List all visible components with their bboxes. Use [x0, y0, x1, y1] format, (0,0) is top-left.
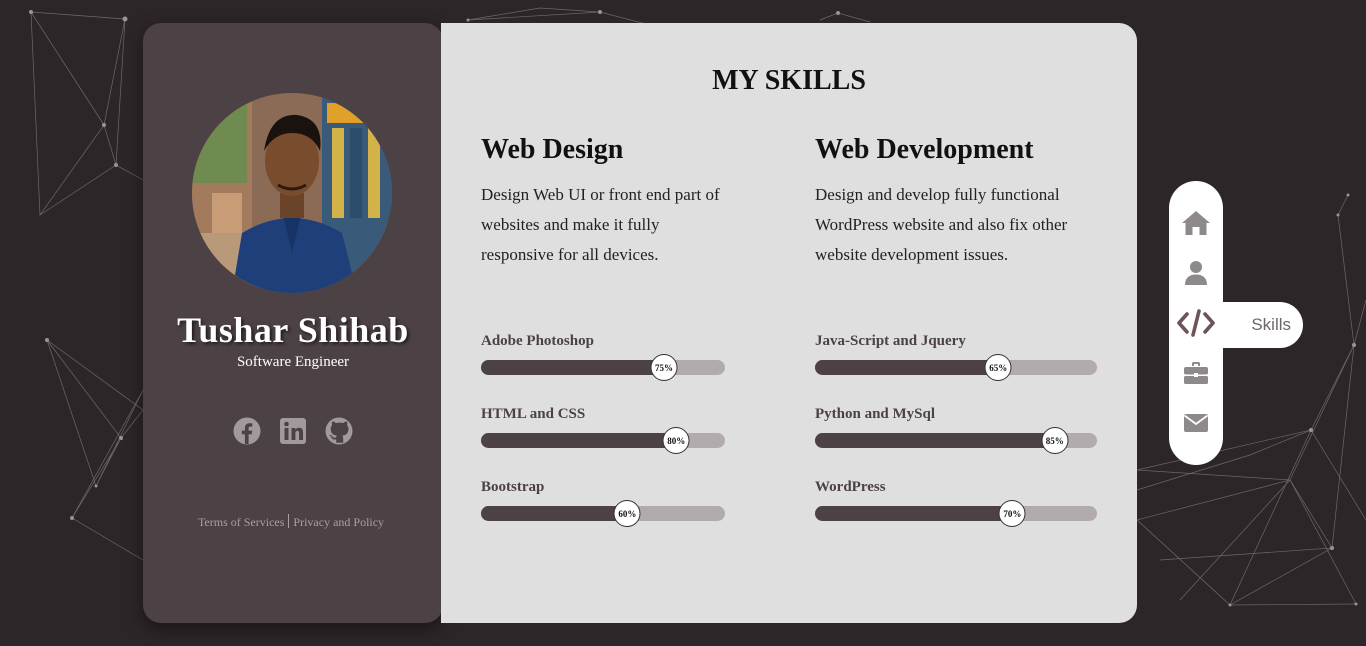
skill-bar-label: HTML and CSS	[481, 406, 586, 422]
home-icon	[1182, 211, 1210, 235]
skill-bar-track: 70%	[815, 500, 1097, 527]
skill-bar-track: 75%	[481, 354, 725, 381]
side-nav	[1169, 181, 1223, 465]
profile-title: Software Engineer	[236, 354, 350, 370]
linkedin-icon[interactable]	[279, 417, 307, 445]
skill-bar-javascript: Java-Script and Jquery 65%	[815, 333, 1097, 381]
skill-bar-percent: 75%	[650, 354, 678, 381]
briefcase-icon	[1184, 362, 1208, 384]
avatar	[192, 93, 392, 293]
skill-bar-percent: 70%	[998, 500, 1026, 527]
footer-links: Terms of Services Privacy and Policy	[143, 514, 439, 530]
nav-tooltip-skills: Skills	[1222, 302, 1303, 348]
skill-bar-percent: 65%	[984, 354, 1012, 381]
nav-item-about[interactable]	[1169, 253, 1223, 293]
skill-bar-percent: 85%	[1041, 427, 1069, 454]
skill-bar-bootstrap: Bootstrap 60%	[481, 479, 725, 527]
skill-category-heading: Web Design	[481, 134, 624, 165]
github-icon[interactable]	[325, 417, 353, 445]
skill-bar-fill	[481, 360, 664, 375]
footer-divider	[288, 514, 290, 528]
skill-bar-fill	[815, 360, 999, 375]
skill-category-description: Design and develop fully functional Word…	[815, 184, 1068, 264]
user-icon	[1185, 261, 1207, 285]
skill-bar-label: Adobe Photoshop	[481, 333, 594, 349]
nav-item-contact[interactable]	[1169, 403, 1223, 443]
nav-item-skills[interactable]	[1169, 303, 1223, 343]
skill-category-web-development: Web Development Design and develop fully…	[815, 134, 1097, 270]
skill-bar-percent: 80%	[662, 427, 690, 454]
skill-category-heading: Web Development	[815, 134, 1034, 165]
nav-item-portfolio[interactable]	[1169, 353, 1223, 393]
skill-bar-fill	[481, 433, 677, 448]
skill-bar-percent: 60%	[613, 500, 641, 527]
skill-bar-label: WordPress	[815, 479, 886, 495]
skill-bar-photoshop: Adobe Photoshop 75%	[481, 333, 725, 381]
privacy-link[interactable]: Privacy and Policy	[293, 515, 384, 529]
envelope-icon	[1183, 414, 1209, 432]
social-links	[143, 417, 443, 445]
profile-name: Tushar Shihab	[177, 310, 409, 350]
skill-bar-label: Python and MySql	[815, 406, 936, 422]
nav-item-home[interactable]	[1169, 203, 1223, 243]
terms-link[interactable]: Terms of Services	[198, 515, 284, 529]
skill-bar-fill	[815, 506, 1013, 521]
skill-bar-label: Bootstrap	[481, 479, 545, 495]
skill-bar-python-mysql: Python and MySql 85%	[815, 406, 1097, 454]
skill-bar-track: 60%	[481, 500, 725, 527]
skill-bar-wordpress: WordPress 70%	[815, 479, 1097, 527]
facebook-icon[interactable]	[233, 417, 261, 445]
skill-bar-track: 85%	[815, 427, 1097, 454]
skill-bar-track: 80%	[481, 427, 725, 454]
profile-card: Tushar Shihab Software Engineer Terms of…	[143, 23, 443, 623]
skills-card: MY SKILLS Web Design Design Web UI or fr…	[441, 23, 1137, 623]
skill-category-description: Design Web UI or front end part of websi…	[481, 184, 720, 264]
skill-bar-fill	[481, 506, 628, 521]
section-title: MY SKILLS	[712, 65, 866, 96]
skill-bar-fill	[815, 433, 1055, 448]
code-icon	[1177, 309, 1215, 337]
skill-category-web-design: Web Design Design Web UI or front end pa…	[481, 134, 725, 270]
skill-bar-label: Java-Script and Jquery	[815, 333, 966, 349]
skill-bar-track: 65%	[815, 354, 1097, 381]
skill-bar-html-css: HTML and CSS 80%	[481, 406, 725, 454]
